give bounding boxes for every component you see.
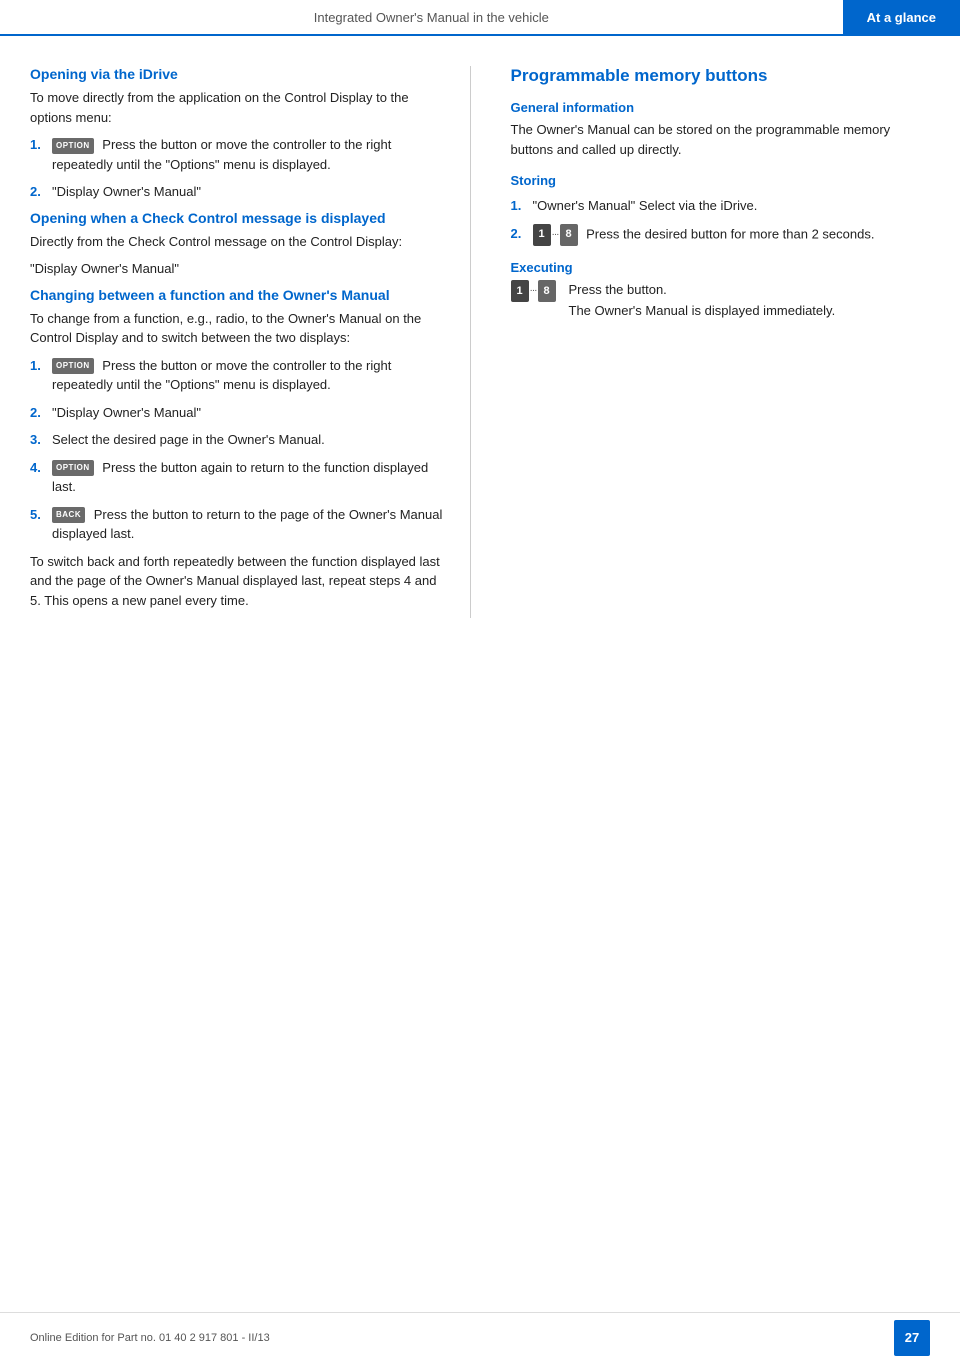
steps-changing: 1. OPTION Press the button or move the c… [30, 356, 450, 544]
section-check-control: Opening when a Check Control message is … [30, 210, 450, 279]
mem-btn-dots: ··· [552, 227, 559, 242]
section-title-check-control: Opening when a Check Control message is … [30, 210, 450, 226]
exec-line-1: Press the button. [569, 280, 836, 300]
section-title-changing: Changing between a function and the Owne… [30, 287, 450, 303]
footer-text: Online Edition for Part no. 01 40 2 917 … [30, 1332, 270, 1344]
step-num-c2: 2. [30, 403, 52, 423]
step-num-c1: 1. [30, 356, 52, 376]
para-opening-idrive-1: To move directly from the application on… [30, 88, 450, 127]
option-icon-2: OPTION [52, 358, 94, 374]
section-changing-between: Changing between a function and the Owne… [30, 287, 450, 611]
step-content-c1: OPTION Press the button or move the cont… [52, 356, 450, 395]
step-idrive-2: 2. "Display Owner's Manual" [30, 182, 450, 202]
step-content-c5: BACK Press the button to return to the p… [52, 505, 450, 544]
step-content-s2: 1 ··· 8 Press the desired button for mor… [533, 224, 931, 246]
para-changing-1: To change from a function, e.g., radio, … [30, 309, 450, 348]
step-changing-1: 1. OPTION Press the button or move the c… [30, 356, 450, 395]
step-idrive-1: 1. OPTION Press the button or move the c… [30, 135, 450, 174]
step-storing-2: 2. 1 ··· 8 Press the desired button for … [511, 224, 931, 246]
section-title-opening-idrive: Opening via the iDrive [30, 66, 450, 82]
steps-storing: 1. "Owner's Manual" Select via the iDriv… [511, 196, 931, 246]
option-icon-1: OPTION [52, 138, 94, 154]
step-num-s2: 2. [511, 224, 533, 244]
step-content-s1: "Owner's Manual" Select via the iDrive. [533, 196, 931, 216]
step-content-c2: "Display Owner's Manual" [52, 403, 450, 423]
section-storing: Storing 1. "Owner's Manual" Select via t… [511, 173, 931, 246]
step-num-2: 2. [30, 182, 52, 202]
section-opening-idrive: Opening via the iDrive To move directly … [30, 66, 450, 202]
step-changing-5: 5. BACK Press the button to return to th… [30, 505, 450, 544]
step-num-1: 1. [30, 135, 52, 155]
memory-button-icon-store: 1 ··· 8 [533, 224, 578, 246]
step-num-c5: 5. [30, 505, 52, 525]
exec-btn-dots: ··· [530, 285, 537, 296]
main-content: Opening via the iDrive To move directly … [0, 36, 960, 678]
step-changing-3: 3. Select the desired page in the Owner'… [30, 430, 450, 450]
header-left-text: Integrated Owner's Manual in the vehicle [0, 10, 843, 25]
step-num-s1: 1. [511, 196, 533, 216]
mem-btn-8: 8 [560, 224, 578, 246]
para-check-1: Directly from the Check Control message … [30, 232, 450, 252]
memory-button-icon-exec: 1 ··· 8 [511, 280, 561, 302]
header-right-tab: At a glance [843, 0, 960, 35]
main-section-title: Programmable memory buttons [511, 66, 931, 86]
page-header: Integrated Owner's Manual in the vehicle… [0, 0, 960, 36]
exec-btn-8: 8 [538, 280, 556, 302]
page-number: 27 [894, 1320, 930, 1356]
exec-line-2: The Owner's Manual is displayed immediat… [569, 301, 836, 321]
step-storing-1: 1. "Owner's Manual" Select via the iDriv… [511, 196, 931, 216]
sub-title-storing: Storing [511, 173, 931, 188]
section-executing: Executing 1 ··· 8 Press the button. The … [511, 260, 931, 329]
left-column: Opening via the iDrive To move directly … [30, 66, 471, 618]
step-changing-2: 2. "Display Owner's Manual" [30, 403, 450, 423]
step-content-1: OPTION Press the button or move the cont… [52, 135, 450, 174]
para-check-2: "Display Owner's Manual" [30, 259, 450, 279]
step-num-c3: 3. [30, 430, 52, 450]
executing-text: Press the button. The Owner's Manual is … [569, 280, 836, 329]
steps-opening-idrive: 1. OPTION Press the button or move the c… [30, 135, 450, 202]
sub-title-general: General information [511, 100, 931, 115]
para-general-1: The Owner's Manual can be stored on the … [511, 120, 931, 159]
mem-btn-1: 1 [533, 224, 551, 246]
step-content-2: "Display Owner's Manual" [52, 182, 450, 202]
mem-icon-exec: 1 ··· 8 [511, 280, 556, 302]
exec-btn-1: 1 [511, 280, 529, 302]
page-footer: Online Edition for Part no. 01 40 2 917 … [0, 1312, 960, 1362]
step-changing-4: 4. OPTION Press the button again to retu… [30, 458, 450, 497]
section-general-info: General information The Owner's Manual c… [511, 100, 931, 159]
option-icon-3: OPTION [52, 460, 94, 476]
para-closing: To switch back and forth repeatedly betw… [30, 552, 450, 611]
step-content-c3: Select the desired page in the Owner's M… [52, 430, 450, 450]
executing-content: 1 ··· 8 Press the button. The Owner's Ma… [511, 280, 931, 329]
step-num-c4: 4. [30, 458, 52, 478]
sub-title-executing: Executing [511, 260, 931, 275]
step-content-c4: OPTION Press the button again to return … [52, 458, 450, 497]
back-icon: BACK [52, 507, 85, 523]
right-column: Programmable memory buttons General info… [501, 66, 931, 618]
